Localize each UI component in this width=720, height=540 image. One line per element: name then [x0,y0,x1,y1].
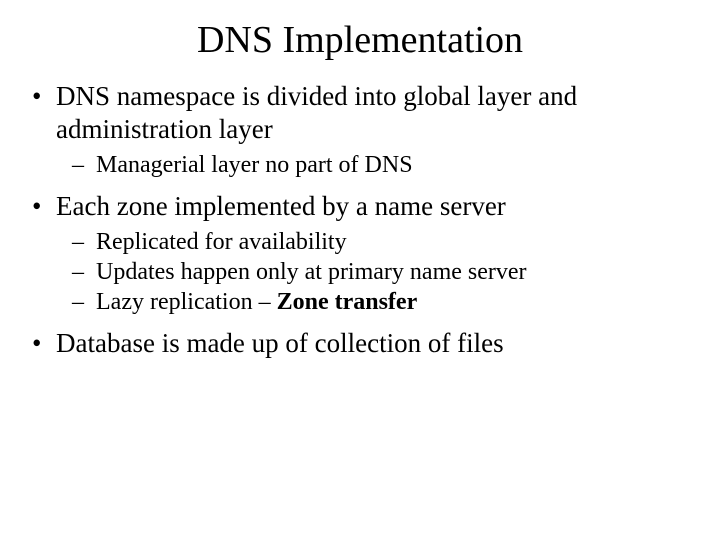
sub-text: Updates happen only at primary name serv… [96,259,527,285]
bullet-text: DNS namespace is divided into global lay… [56,81,577,144]
bullet-text: Database is made up of collection of fil… [56,328,504,358]
sub-text: Replicated for availability [96,229,347,255]
bullet-list: DNS namespace is divided into global lay… [28,80,692,360]
sub-text-bold: Zone transfer [277,289,418,315]
sub-text-prefix: Lazy replication – [96,289,277,315]
sub-list: Replicated for availability Updates happ… [56,227,692,317]
sub-item: Updates happen only at primary name serv… [70,257,692,287]
sub-list: Managerial layer no part of DNS [56,150,692,180]
slide: DNS Implementation DNS namespace is divi… [0,0,720,540]
bullet-item: Database is made up of collection of fil… [28,327,692,360]
bullet-item: DNS namespace is divided into global lay… [28,80,692,180]
bullet-text: Each zone implemented by a name server [56,191,506,221]
sub-item: Lazy replication – Zone transfer [70,287,692,317]
sub-item: Replicated for availability [70,227,692,257]
sub-text: Managerial layer no part of DNS [96,152,413,178]
sub-item: Managerial layer no part of DNS [70,150,692,180]
slide-title: DNS Implementation [28,18,692,62]
bullet-item: Each zone implemented by a name server R… [28,190,692,317]
